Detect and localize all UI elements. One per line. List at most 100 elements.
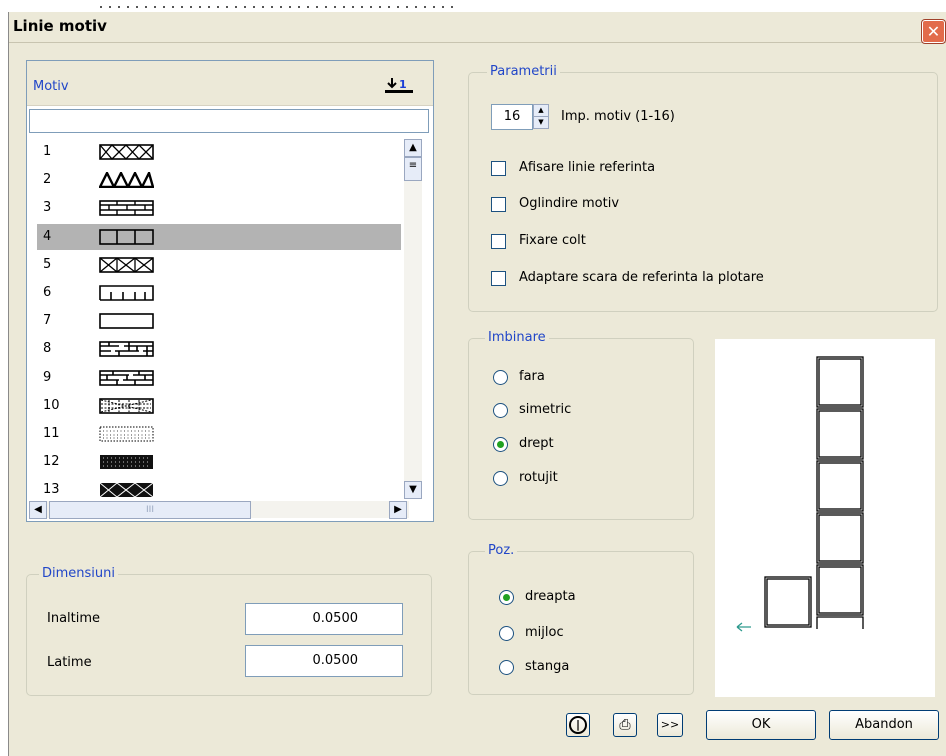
height-input[interactable]: 0.0500 [245, 603, 403, 635]
motif-list-panel: Motiv 1 1 2 3 4 5 6 7 8 9 10 11 12 13 ▲ ≡ ▼ ◀ III ▶ [26, 60, 434, 522]
join-straight-label[interactable]: drept [519, 436, 554, 451]
show-reference-line-checkbox[interactable] [491, 161, 506, 176]
dialog-title: Linie motiv [13, 17, 107, 35]
join-straight-radio[interactable] [493, 437, 508, 452]
position-right-label[interactable]: dreapta [525, 589, 576, 604]
horizontal-scrollbar[interactable]: ◀ III ▶ [29, 501, 409, 519]
scroll-down-button[interactable]: ▼ [404, 481, 422, 499]
motif-list-item[interactable]: 11 [37, 421, 401, 447]
join-symmetric-label[interactable]: simetric [519, 402, 571, 417]
motif-list-item[interactable]: 9 [37, 365, 401, 391]
adapt-scale-label[interactable]: Adaptare scara de referinta la plotare [519, 270, 764, 285]
motif-list-item[interactable]: 6 [37, 280, 401, 306]
motif-number: 12 [43, 454, 60, 470]
position-middle-radio[interactable] [499, 626, 514, 641]
motif-pattern-swatch [98, 169, 155, 190]
preview-drawing [736, 356, 864, 632]
motif-count-label: Imp. motiv (1-16) [561, 109, 675, 124]
motif-number: 7 [43, 313, 52, 329]
motif-number: 13 [43, 482, 60, 498]
motif-pattern-swatch [99, 285, 154, 301]
join-rounded-radio[interactable] [493, 471, 508, 486]
motif-list-item[interactable]: 8 [37, 336, 401, 362]
motif-list[interactable]: 1 2 3 4 5 6 7 8 9 10 11 12 13 [29, 139, 403, 499]
position-right-radio[interactable] [499, 590, 514, 605]
motif-list-item[interactable]: 4 [37, 223, 401, 250]
motif-list-item[interactable]: 2 [37, 167, 401, 193]
motif-number: 9 [43, 369, 52, 385]
motif-list-item[interactable]: 7 [37, 308, 401, 334]
position-legend: Poz. [485, 543, 518, 558]
motif-list-item[interactable]: 12 [37, 449, 401, 475]
motif-list-item[interactable]: 5 [37, 252, 401, 278]
sort-1-icon[interactable]: 1 [382, 75, 416, 97]
motif-count-spinner[interactable]: 16 ▲ ▼ [491, 104, 553, 130]
scroll-thumb[interactable]: ≡ [404, 157, 422, 181]
motif-list-item[interactable]: 3 [37, 195, 401, 221]
position-group: Poz. dreapta mijloc stanga [468, 543, 694, 695]
motif-column-header: Motiv [33, 79, 69, 94]
mirror-motif-checkbox[interactable] [491, 197, 506, 212]
motif-number: 1 [43, 144, 52, 159]
motif-list-item[interactable]: 1 [37, 139, 401, 165]
motif-list-item[interactable]: 10 [37, 393, 401, 419]
position-left-radio[interactable] [499, 660, 514, 675]
print-button[interactable]: ⎙ [613, 713, 637, 737]
info-button[interactable]: | [566, 713, 590, 737]
join-symmetric-radio[interactable] [493, 403, 508, 418]
join-none-radio[interactable] [493, 370, 508, 385]
svg-text:1: 1 [399, 78, 407, 91]
motif-number: 4 [43, 228, 52, 244]
spin-down-button[interactable]: ▼ [533, 116, 549, 129]
background-artifact [100, 6, 460, 8]
scroll-left-button[interactable]: ◀ [29, 501, 47, 519]
printer-icon: ⎙ [619, 717, 631, 733]
motif-list-item[interactable]: 13 [37, 477, 401, 499]
width-label: Latime [47, 655, 92, 670]
mirror-motif-label[interactable]: Oglindire motiv [519, 196, 619, 211]
motif-pattern-swatch [99, 454, 154, 470]
motif-number: 8 [43, 341, 52, 357]
parameters-group: Parametrii 16 ▲ ▼ Imp. motiv (1-16) Afis… [468, 64, 938, 312]
scroll-right-button[interactable]: ▶ [389, 501, 407, 519]
motif-pattern-swatch [99, 313, 154, 329]
join-legend: Imbinare [485, 330, 549, 345]
cancel-button[interactable]: Abandon [829, 710, 939, 740]
motif-number: 5 [43, 256, 52, 272]
join-none-label[interactable]: fara [519, 369, 545, 384]
adapt-scale-checkbox[interactable] [491, 271, 506, 286]
width-input[interactable]: 0.0500 [245, 645, 403, 677]
position-left-label[interactable]: stanga [525, 659, 569, 674]
hscroll-thumb[interactable]: III [49, 501, 251, 519]
motif-pattern-swatch [99, 228, 154, 245]
motif-pattern-swatch [99, 426, 154, 442]
join-rounded-label[interactable]: rotujit [519, 470, 558, 485]
vertical-scrollbar[interactable]: ▲ ≡ ▼ [404, 139, 422, 499]
scroll-up-button[interactable]: ▲ [404, 139, 422, 157]
motif-filter-input[interactable] [29, 109, 429, 133]
height-label: Inaltime [47, 611, 101, 626]
motif-number: 10 [43, 397, 60, 413]
dimensions-legend: Dimensiuni [39, 566, 118, 581]
motif-pattern-swatch [99, 256, 154, 273]
join-group: Imbinare fara simetric drept rotujit [468, 330, 694, 520]
more-button[interactable]: >> [657, 713, 683, 737]
motif-pattern-swatch [99, 200, 154, 217]
dimensions-group: Dimensiuni Inaltime 0.0500 Latime 0.0500 [26, 566, 432, 696]
motif-pattern-swatch [99, 341, 154, 358]
motif-pattern-swatch [99, 369, 154, 386]
ok-button[interactable]: OK [706, 710, 816, 740]
motif-number: 11 [43, 426, 60, 441]
motif-number: 2 [43, 172, 52, 188]
motif-count-input[interactable]: 16 [491, 104, 533, 130]
fix-corner-label[interactable]: Fixare colt [519, 233, 586, 248]
close-button[interactable]: ✕ [922, 20, 945, 43]
motif-preview [715, 339, 935, 697]
fix-corner-checkbox[interactable] [491, 234, 506, 249]
show-reference-line-label[interactable]: Afisare linie referinta [519, 160, 655, 175]
motif-pattern-swatch [99, 144, 154, 160]
motif-list-header: Motiv 1 [27, 61, 433, 106]
motif-number: 3 [43, 200, 52, 216]
motif-number: 6 [43, 285, 52, 300]
position-middle-label[interactable]: mijloc [525, 625, 564, 640]
